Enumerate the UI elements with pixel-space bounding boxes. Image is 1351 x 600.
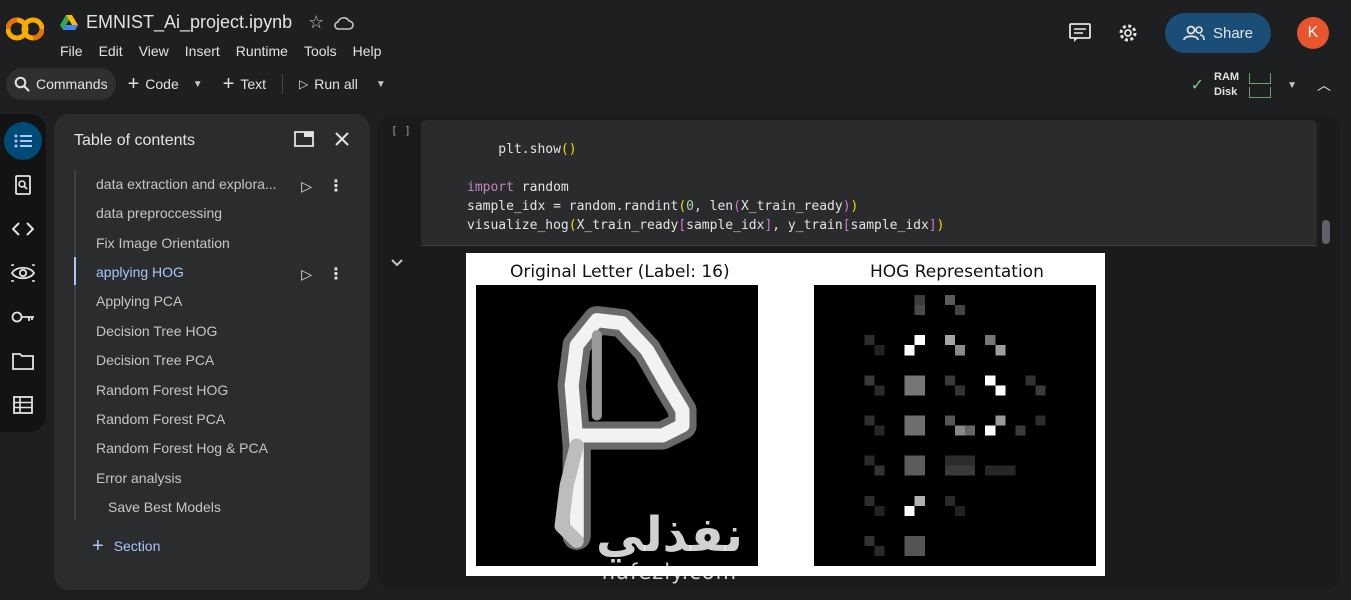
colab-logo bbox=[6, 17, 44, 41]
toc-item-active[interactable]: applying HOG bbox=[96, 264, 184, 280]
chevron-down-icon[interactable]: ▼ bbox=[1287, 80, 1297, 91]
toc-item[interactable]: Random Forest PCA bbox=[96, 411, 225, 427]
chevron-down-icon[interactable]: ▼ bbox=[376, 79, 386, 90]
toc-item[interactable]: Random Forest Hog & PCA bbox=[96, 440, 268, 456]
hog-image-title: HOG Representation bbox=[870, 262, 1044, 282]
close-icon[interactable] bbox=[334, 131, 350, 147]
resource-monitor[interactable]: ✓ RAM Disk ▼ ︿ bbox=[1191, 70, 1331, 100]
share-label: Share bbox=[1212, 24, 1254, 42]
toc-panel: Table of contents data extraction and ex… bbox=[54, 114, 370, 590]
menu-file[interactable]: File bbox=[60, 43, 83, 59]
toc-item[interactable]: Fix Image Orientation bbox=[96, 235, 230, 251]
people-icon bbox=[1183, 25, 1205, 41]
plus-icon: + bbox=[127, 73, 140, 95]
menu-tools[interactable]: Tools bbox=[304, 43, 337, 59]
toc-item[interactable]: Decision Tree HOG bbox=[96, 323, 217, 339]
run-section-play-icon[interactable]: ▷ bbox=[301, 266, 312, 283]
search-icon bbox=[14, 76, 30, 92]
toolbar-divider bbox=[282, 74, 284, 94]
code-line: visualize_hog(X_train_ready[sample_idx],… bbox=[467, 218, 945, 233]
toc-item[interactable]: Decision Tree PCA bbox=[96, 352, 214, 368]
code-label: Code bbox=[145, 76, 179, 92]
toc-active-indicator bbox=[74, 257, 76, 285]
menu-bar: File Edit View Insert Runtime Tools Help bbox=[60, 43, 381, 59]
toc-item-sub[interactable]: Save Best Models bbox=[108, 499, 221, 515]
toc-list-icon[interactable] bbox=[4, 122, 42, 160]
cell-output-divider bbox=[421, 245, 1317, 246]
table-grid-icon[interactable] bbox=[4, 386, 42, 424]
output-figure: Original Letter (Label: 16) HOG Represen… bbox=[466, 253, 1105, 576]
side-rail bbox=[0, 114, 46, 432]
connected-check-icon: ✓ bbox=[1190, 77, 1205, 94]
chevron-down-icon[interactable]: ▼ bbox=[193, 79, 203, 90]
plus-icon: + bbox=[222, 73, 235, 95]
code-cell[interactable]: plt.show() import random sample_idx = ra… bbox=[421, 120, 1317, 246]
add-text-button[interactable]: + Text bbox=[215, 68, 274, 100]
run-section-play-icon[interactable]: ▷ bbox=[301, 178, 312, 195]
ram-label: RAM bbox=[1214, 71, 1240, 83]
more-vert-icon[interactable]: ⋮ bbox=[328, 264, 344, 284]
code-line: import random bbox=[467, 180, 569, 195]
ram-bar bbox=[1249, 72, 1272, 84]
menu-runtime[interactable]: Runtime bbox=[236, 43, 288, 59]
toc-item[interactable]: Random Forest HOG bbox=[96, 382, 228, 398]
original-letter-image bbox=[476, 285, 758, 566]
plus-icon: + bbox=[92, 535, 104, 557]
google-drive-icon bbox=[60, 14, 78, 30]
secrets-key-icon[interactable] bbox=[4, 298, 42, 336]
cell-run-button[interactable]: [ ] bbox=[391, 124, 411, 137]
toc-item[interactable]: data preproccessing bbox=[96, 205, 222, 221]
add-code-button[interactable]: + Code ▼ bbox=[120, 68, 211, 100]
more-vert-icon[interactable]: ⋮ bbox=[328, 176, 344, 196]
add-section-label: Section bbox=[113, 538, 161, 554]
comments-icon[interactable] bbox=[1069, 23, 1091, 43]
toc-item[interactable]: Applying PCA bbox=[96, 293, 182, 309]
find-document-icon[interactable] bbox=[4, 166, 42, 204]
code-snippets-icon[interactable] bbox=[4, 210, 42, 248]
hog-representation-image bbox=[814, 285, 1096, 566]
code-line: plt.show() bbox=[467, 142, 577, 157]
settings-gear-icon[interactable] bbox=[1117, 22, 1139, 44]
text-label: Text bbox=[240, 76, 267, 92]
menu-help[interactable]: Help bbox=[353, 43, 382, 59]
menu-edit[interactable]: Edit bbox=[99, 43, 123, 59]
star-icon[interactable]: ☆ bbox=[308, 12, 324, 33]
disk-bar bbox=[1249, 86, 1272, 98]
variables-eye-icon[interactable] bbox=[4, 254, 42, 292]
files-folder-icon[interactable] bbox=[4, 342, 42, 380]
code-line: sample_idx = random.randint(0, len(X_tra… bbox=[467, 199, 859, 214]
share-button[interactable]: Share bbox=[1165, 13, 1271, 53]
menu-view[interactable]: View bbox=[139, 43, 169, 59]
collapse-output-chevron-icon[interactable] bbox=[391, 254, 403, 272]
run-all-button[interactable]: ▷ Run all ▼ bbox=[291, 68, 394, 100]
chevron-up-icon[interactable]: ︿ bbox=[1317, 75, 1331, 95]
run-all-label: Run all bbox=[314, 76, 358, 92]
cloud-icon[interactable] bbox=[334, 15, 355, 31]
original-image-title: Original Letter (Label: 16) bbox=[510, 262, 730, 282]
notebook-title[interactable]: EMNIST_Ai_project.ipynb bbox=[86, 12, 292, 33]
commands-button[interactable]: Commands bbox=[6, 68, 116, 100]
commands-label: Commands bbox=[36, 76, 108, 92]
toc-title: Table of contents bbox=[74, 132, 195, 149]
disk-label: Disk bbox=[1214, 86, 1238, 98]
notebook-area: [ ] plt.show() import random sample_idx … bbox=[377, 114, 1340, 590]
add-section-button[interactable]: + Section bbox=[92, 535, 161, 557]
open-in-tab-icon[interactable] bbox=[294, 131, 314, 147]
toc-tree-line bbox=[74, 170, 76, 520]
avatar[interactable]: K bbox=[1297, 17, 1329, 49]
play-icon: ▷ bbox=[299, 77, 309, 91]
scrollbar-thumb[interactable] bbox=[1322, 220, 1330, 244]
menu-insert[interactable]: Insert bbox=[185, 43, 220, 59]
toc-item[interactable]: Error analysis bbox=[96, 470, 182, 486]
toc-item[interactable]: data extraction and explora... bbox=[96, 176, 277, 192]
